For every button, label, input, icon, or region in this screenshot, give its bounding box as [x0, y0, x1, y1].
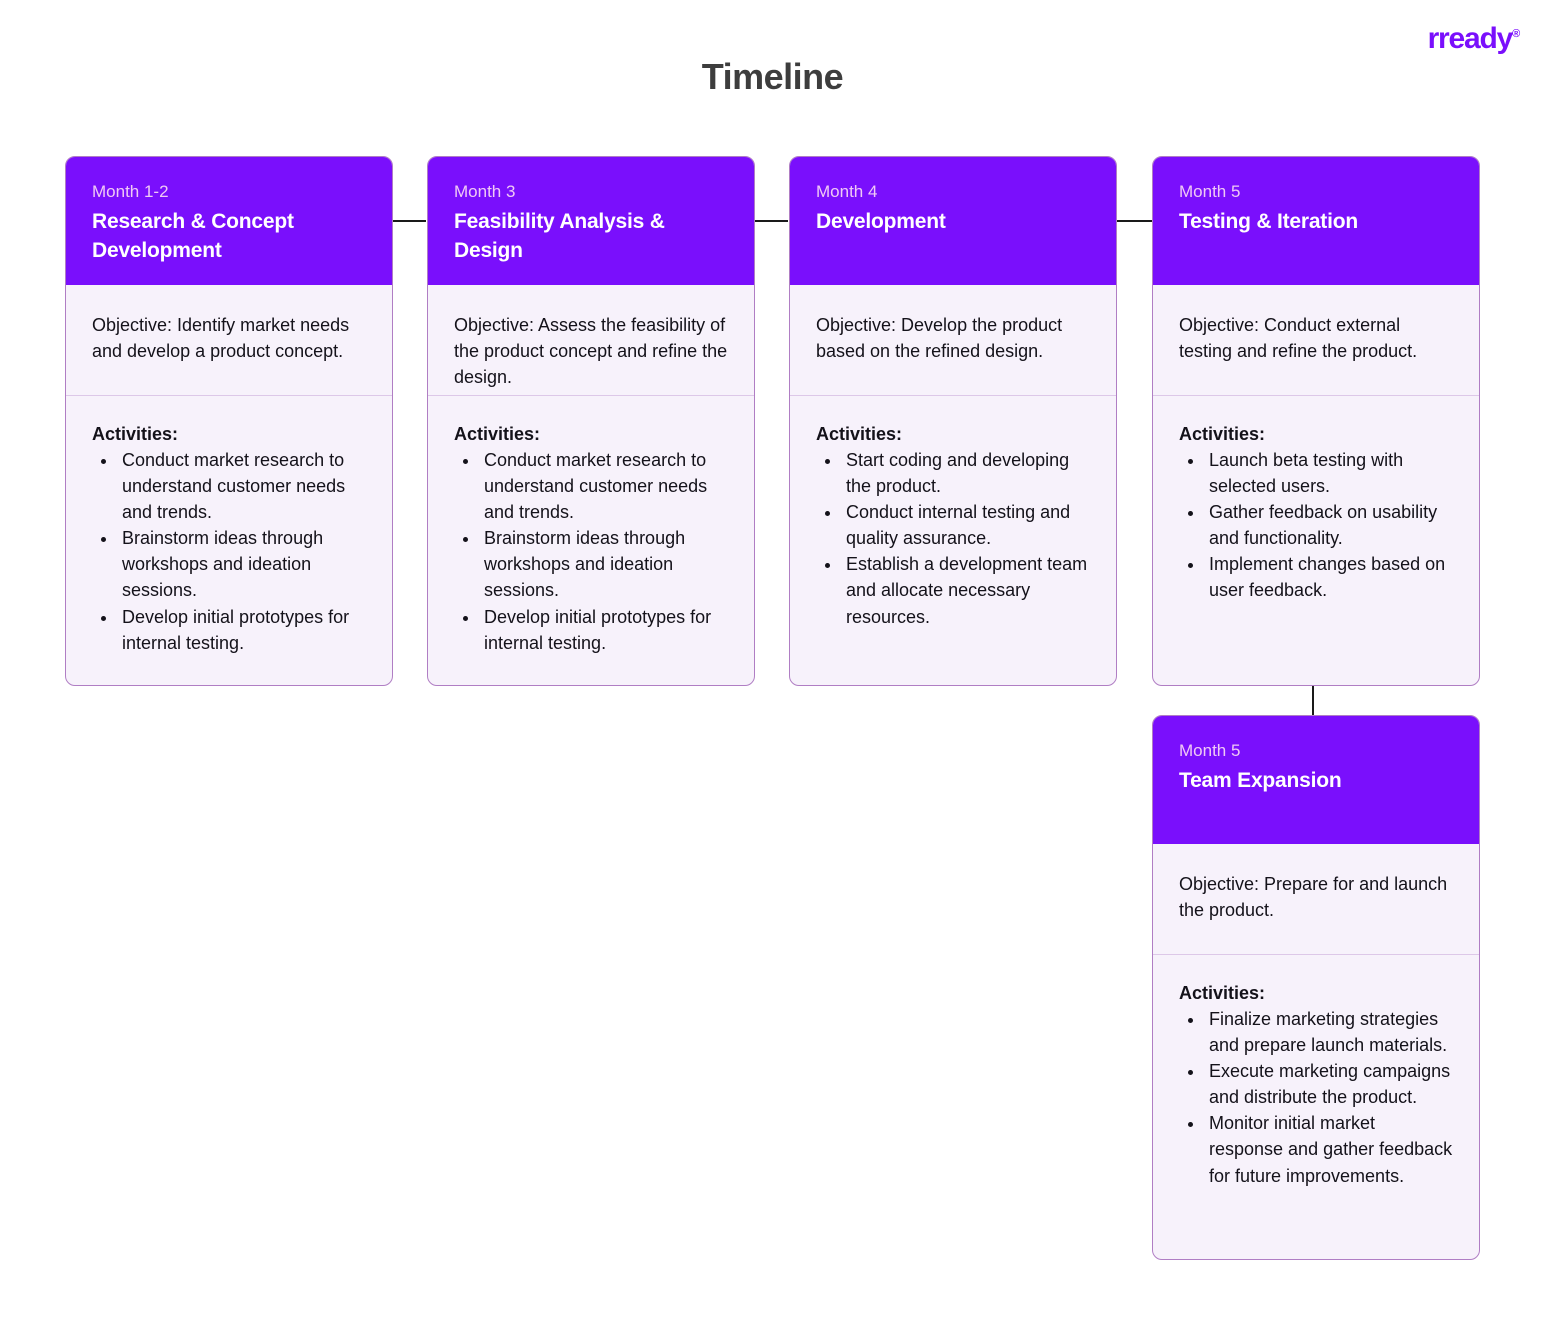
activities-list: Finalize marketing strategies and prepar… [1179, 1006, 1453, 1189]
timeline-card-feasibility-analysis-design[interactable]: Month 3 Feasibility Analysis & Design Ob… [427, 156, 755, 686]
connector-card3-card4 [1117, 220, 1153, 222]
list-item: Gather feedback on usability and functio… [1205, 499, 1453, 551]
list-item: Develop initial prototypes for internal … [118, 604, 366, 656]
activities-heading: Activities: [454, 424, 541, 444]
card-objective: Objective: Conduct external testing and … [1153, 285, 1479, 396]
activities-list: Launch beta testing with selected users.… [1179, 447, 1453, 604]
card-header: Month 1-2 Research & Concept Development [66, 157, 392, 285]
activities-heading: Activities: [1179, 983, 1266, 1003]
card-activities: Activities: Start coding and developing … [790, 396, 1116, 685]
card-title: Feasibility Analysis & Design [454, 209, 665, 263]
card-objective: Objective: Assess the feasibility of the… [428, 285, 754, 396]
list-item: Establish a development team and allocat… [842, 551, 1090, 629]
card-title: Development [816, 209, 946, 233]
card-month-label: Month 3 [454, 182, 516, 201]
timeline-card-testing-iteration[interactable]: Month 5 Testing & Iteration Objective: C… [1152, 156, 1480, 686]
activities-list: Conduct market research to understand cu… [92, 447, 366, 656]
card-month-label: Month 4 [816, 182, 878, 201]
activities-list: Start coding and developing the product.… [816, 447, 1090, 630]
timeline-card-research-concept-development[interactable]: Month 1-2 Research & Concept Development… [65, 156, 393, 686]
list-item: Execute marketing campaigns and distribu… [1205, 1058, 1453, 1110]
card-month-label: Month 1-2 [92, 182, 169, 201]
card-header: Month 3 Feasibility Analysis & Design [428, 157, 754, 285]
card-activities: Activities: Launch beta testing with sel… [1153, 396, 1479, 685]
list-item: Brainstorm ideas through workshops and i… [480, 525, 728, 603]
card-header: Month 4 Development [790, 157, 1116, 285]
list-item: Conduct market research to understand cu… [480, 447, 728, 525]
timeline-container: Month 1-2 Research & Concept Development… [0, 0, 1545, 1331]
connector-card2-card3 [754, 220, 788, 222]
card-objective: Objective: Develop the product based on … [790, 285, 1116, 396]
list-item: Implement changes based on user feedback… [1205, 551, 1453, 603]
card-header: Month 5 Testing & Iteration [1153, 157, 1479, 285]
card-activities: Activities: Conduct market research to u… [66, 396, 392, 685]
list-item: Finalize marketing strategies and prepar… [1205, 1006, 1453, 1058]
card-objective: Objective: Prepare for and launch the pr… [1153, 844, 1479, 955]
card-activities: Activities: Finalize marketing strategie… [1153, 955, 1479, 1259]
activities-heading: Activities: [1179, 424, 1266, 444]
list-item: Develop initial prototypes for internal … [480, 604, 728, 656]
list-item: Start coding and developing the product. [842, 447, 1090, 499]
card-month-label: Month 5 [1179, 182, 1241, 201]
list-item: Conduct internal testing and quality ass… [842, 499, 1090, 551]
list-item: Conduct market research to understand cu… [118, 447, 366, 525]
activities-heading: Activities: [92, 424, 179, 444]
connector-card1-card2 [392, 220, 426, 222]
card-title: Team Expansion [1179, 768, 1342, 792]
card-title: Testing & Iteration [1179, 209, 1358, 233]
card-header: Month 5 Team Expansion [1153, 716, 1479, 844]
list-item: Monitor initial market response and gath… [1205, 1110, 1453, 1188]
list-item: Brainstorm ideas through workshops and i… [118, 525, 366, 603]
list-item: Launch beta testing with selected users. [1205, 447, 1453, 499]
card-month-label: Month 5 [1179, 741, 1241, 760]
card-activities: Activities: Conduct market research to u… [428, 396, 754, 685]
card-title: Research & Concept Development [92, 209, 294, 263]
timeline-card-development[interactable]: Month 4 Development Objective: Develop t… [789, 156, 1117, 686]
activities-list: Conduct market research to understand cu… [454, 447, 728, 656]
card-objective: Objective: Identify market needs and dev… [66, 285, 392, 396]
activities-heading: Activities: [816, 424, 903, 444]
timeline-card-team-expansion[interactable]: Month 5 Team Expansion Objective: Prepar… [1152, 715, 1480, 1260]
